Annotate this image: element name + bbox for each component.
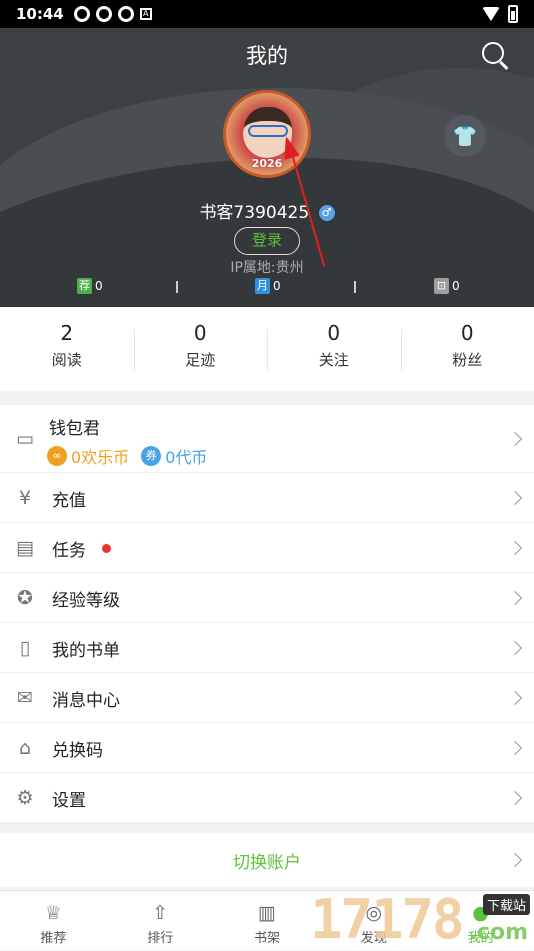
stat-fans[interactable]: 0 粉丝: [401, 307, 534, 391]
settings-menu: ▭ 钱包君 ∞ 0欢乐币 券 0代币 ¥ 充值 ▤ 任务 ✪ 经验等级 ▯ 我的…: [0, 405, 534, 823]
wallet-row[interactable]: ▭ 钱包君 ∞ 0欢乐币 券 0代币: [0, 405, 534, 473]
stat-label: 阅读: [0, 349, 134, 370]
status-time: 10:44: [16, 5, 64, 23]
search-icon[interactable]: [482, 42, 504, 64]
notification-icon: [118, 6, 134, 22]
watermark-suffix: .com: [469, 920, 528, 945]
stat-footprints[interactable]: 0 足迹: [134, 307, 268, 391]
stat-label: 粉丝: [401, 349, 534, 370]
wallet-icon: ▭: [14, 428, 36, 450]
ranking-icon: ⇧: [107, 901, 214, 925]
mail-icon: ✉: [14, 687, 36, 709]
chevron-right-icon: [508, 591, 522, 605]
task-list-icon: ▤: [14, 537, 36, 559]
stats-bar: 2 阅读 0 足迹 0 关注 0 粉丝: [0, 307, 534, 391]
tab-label: 排行: [107, 927, 214, 946]
menu-redeem-code[interactable]: ⌂ 兑换码: [0, 723, 534, 773]
medal-icon: ✪: [14, 587, 36, 609]
watermark: 17178 下载站 .com: [310, 888, 530, 950]
stat-value: 0: [401, 321, 534, 345]
ip-location: IP属地:贵州: [0, 257, 534, 277]
watermark-digits: 17178: [310, 888, 463, 951]
page-title: 我的: [0, 40, 534, 70]
switch-account-button[interactable]: 切换账户: [0, 833, 534, 887]
notification-icon: [74, 6, 90, 22]
monthly-ticket-count: 0: [273, 279, 281, 293]
menu-label: 任务: [52, 536, 86, 561]
wifi-icon: [482, 7, 500, 21]
a-icon: A: [140, 8, 152, 20]
tab-recommend[interactable]: ♕ 推荐: [0, 891, 107, 950]
book-icon: ▯: [14, 637, 36, 659]
profile-header: 我的 2026 👕 书客7390425 ♂ 登录 IP属地:贵州 荐 0 月 0…: [0, 28, 534, 307]
happy-coin-balance: 0欢乐币: [71, 444, 129, 468]
avatar[interactable]: 2026: [223, 90, 311, 178]
chevron-right-icon: [508, 432, 522, 446]
stat-label: 关注: [267, 349, 401, 370]
tab-label: 书架: [214, 927, 321, 946]
recommend-ticket[interactable]: 荐 0: [77, 278, 103, 294]
blade-ticket-count: 0: [452, 279, 460, 293]
trophy-icon: ♕: [0, 901, 107, 925]
menu-recharge[interactable]: ¥ 充值: [0, 473, 534, 523]
monthly-ticket[interactable]: 月 0: [255, 278, 281, 294]
battery-icon: [508, 5, 518, 23]
chevron-right-icon: [508, 541, 522, 555]
voucher-balance: 0代币: [165, 444, 207, 468]
chevron-right-icon: [508, 791, 522, 805]
recommend-ticket-count: 0: [95, 279, 103, 293]
chevron-right-icon: [508, 691, 522, 705]
menu-label: 我的书单: [52, 636, 120, 661]
gear-icon: ⚙: [14, 787, 36, 809]
gift-icon: ⌂: [14, 737, 36, 759]
notification-icons: A: [74, 6, 152, 22]
bookshelf-icon: ▥: [214, 901, 321, 925]
stat-label: 足迹: [134, 349, 268, 370]
recommend-ticket-icon: 荐: [77, 278, 92, 294]
watermark-tag: 下载站: [483, 894, 530, 915]
blade-ticket-icon: ⊡: [434, 278, 449, 294]
stat-value: 2: [0, 321, 134, 345]
tab-label: 推荐: [0, 927, 107, 946]
chevron-right-icon: [508, 641, 522, 655]
menu-messages[interactable]: ✉ 消息中心: [0, 673, 534, 723]
male-icon: ♂: [319, 205, 335, 221]
wallet-title: 钱包君: [49, 414, 100, 439]
yuan-icon: ¥: [14, 487, 36, 509]
chevron-right-icon: [508, 741, 522, 755]
notification-icon: [96, 6, 112, 22]
stat-reading[interactable]: 2 阅读: [0, 307, 134, 391]
ticket-bar: 荐 0 月 0 ⊡ 0: [0, 278, 534, 296]
menu-label: 兑换码: [52, 736, 103, 761]
menu-label: 充值: [52, 486, 86, 511]
menu-settings[interactable]: ⚙ 设置: [0, 773, 534, 823]
notification-dot: [102, 544, 111, 553]
stat-value: 0: [134, 321, 268, 345]
login-button[interactable]: 登录: [234, 227, 300, 255]
menu-label: 经验等级: [52, 586, 120, 611]
menu-my-booklist[interactable]: ▯ 我的书单: [0, 623, 534, 673]
switch-account-label: 切换账户: [0, 848, 534, 873]
menu-experience-level[interactable]: ✪ 经验等级: [0, 573, 534, 623]
username-text: 书客7390425: [199, 203, 309, 223]
monthly-ticket-icon: 月: [255, 278, 270, 294]
menu-label: 消息中心: [52, 686, 120, 711]
tab-bookshelf[interactable]: ▥ 书架: [214, 891, 321, 950]
blade-ticket[interactable]: ⊡ 0: [434, 278, 460, 294]
menu-tasks[interactable]: ▤ 任务: [0, 523, 534, 573]
username: 书客7390425 ♂: [0, 198, 534, 223]
voucher-icon: 券: [141, 446, 161, 466]
stat-following[interactable]: 0 关注: [267, 307, 401, 391]
tab-ranking[interactable]: ⇧ 排行: [107, 891, 214, 950]
shirt-icon: 👕: [453, 124, 478, 148]
chevron-right-icon: [508, 491, 522, 505]
menu-label: 设置: [52, 786, 86, 811]
dress-up-button[interactable]: 👕: [444, 115, 486, 157]
status-bar: 10:44 A: [0, 0, 534, 28]
stat-value: 0: [267, 321, 401, 345]
happy-coin-icon: ∞: [47, 446, 67, 466]
